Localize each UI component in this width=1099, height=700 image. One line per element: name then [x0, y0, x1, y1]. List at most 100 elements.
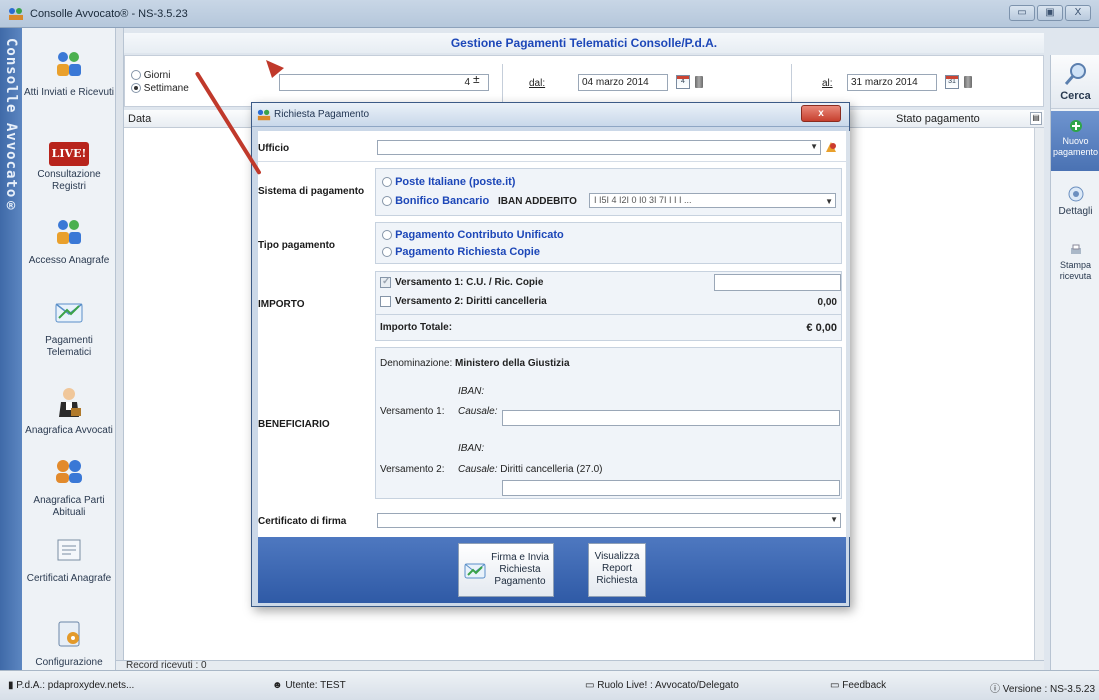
versamento1-checkbox[interactable] — [380, 276, 391, 288]
versamento2-label: Versamento 2: Diritti cancelleria — [395, 296, 547, 308]
nav-label: Atti Inviati e Ricevuti — [23, 87, 115, 98]
dialog-scrollbar[interactable] — [846, 131, 850, 537]
radio-circle[interactable] — [382, 196, 392, 207]
certificato-firma-select[interactable]: ▼ — [377, 513, 841, 528]
sidebar-nav: Atti Inviati e Ricevuti LIVE! Consultazi… — [22, 28, 116, 670]
radio-circle[interactable] — [382, 247, 392, 258]
iban-addebito-select[interactable]: I I5I 4 I2I 0 I0 3I 7I I I I ... ▼ — [589, 193, 836, 208]
status-bar: ▮ P.d.A.: pdaproxydev.nets... ☻ Utente: … — [0, 670, 1099, 700]
close-window-button[interactable]: X — [1065, 5, 1091, 21]
versamento1-amount-input[interactable] — [714, 274, 841, 291]
calendar-icon[interactable]: 4 — [676, 75, 690, 89]
column-chooser-button[interactable]: ▤ — [1030, 112, 1042, 125]
chevron-down-icon: ▼ — [830, 515, 838, 524]
user-status: ☻ Utente: TEST — [272, 680, 346, 691]
app-logo-icon — [257, 109, 271, 121]
nav-atti-inviati[interactable]: Atti Inviati e Ricevuti — [22, 48, 116, 99]
nav-label: Certificati Anagrafe — [26, 573, 112, 584]
firma-invia-button[interactable]: Firma e Invia Richiesta Pagamento — [458, 543, 554, 597]
nuovo-pagamento-button[interactable]: Nuovo pagamento — [1051, 111, 1099, 171]
people-pair-icon — [56, 460, 82, 483]
versamento1-row[interactable]: Versamento 1: C.U. / Ric. Copie — [380, 276, 543, 288]
nav-anagrafica-parti[interactable]: Anagrafica Parti Abituali — [22, 456, 116, 519]
ufficio-select[interactable]: ▼ — [377, 140, 821, 155]
envelope-icon — [464, 563, 486, 579]
nav-label: Configurazione — [35, 657, 103, 668]
lawyer-icon — [59, 388, 81, 417]
date-to-input[interactable]: 31 marzo 2014 — [847, 74, 937, 91]
spin-arrows-icon[interactable]: ± — [473, 72, 480, 86]
maximize-button[interactable]: ▣ — [1037, 5, 1063, 21]
sistema-pagamento-label: Sistema di pagamento — [258, 186, 365, 197]
role-text: Ruolo Live! : Avvocato/Delegato — [597, 680, 739, 691]
date-from-input[interactable]: 04 marzo 2014 — [578, 74, 668, 91]
column-data[interactable]: Data — [128, 113, 151, 125]
causale-input-1[interactable] — [502, 410, 840, 426]
nav-scrollbar[interactable] — [116, 28, 124, 670]
calendar-icon[interactable]: 31 — [945, 75, 959, 89]
pda-status: ▮ P.d.A.: pdaproxydev.nets... — [8, 680, 134, 691]
office-search-icon[interactable] — [824, 140, 838, 154]
radio-richiesta-copie[interactable]: Pagamento Richiesta Copie — [382, 246, 540, 258]
brand-vertical-text: Consolle Avvocato® — [3, 38, 19, 216]
trash-icon[interactable] — [695, 76, 703, 88]
radio-poste[interactable]: Poste Italiane (poste.it) — [382, 176, 515, 188]
importo-totale-value: € 0,00 — [806, 322, 837, 334]
importo-label: IMPORTO — [258, 299, 305, 310]
firma-invia-label: Firma e Invia Richiesta Pagamento — [491, 552, 549, 587]
dialog-footer: Firma e Invia Richiesta Pagamento Visual… — [258, 537, 846, 603]
page-title: Gestione Pagamenti Telematici Consolle/P… — [124, 33, 1044, 53]
radio-giorni[interactable]: Giorni — [131, 70, 170, 81]
table-scrollbar[interactable] — [1034, 128, 1044, 660]
radio-label: Bonifico Bancario — [395, 195, 490, 207]
radio-circle[interactable] — [382, 230, 392, 241]
tipo-pagamento-panel: Pagamento Contributo Unificato Pagamento… — [375, 222, 842, 264]
chevron-down-icon: ▼ — [825, 197, 833, 206]
minimize-button[interactable]: ▭ — [1009, 5, 1035, 21]
iban-label-1: IBAN: — [458, 386, 485, 397]
nav-anagrafica-avvocati[interactable]: Anagrafica Avvocati — [22, 386, 116, 437]
nav-accesso-anagrafe[interactable]: Accesso Anagrafe — [22, 216, 116, 267]
feedback-icon: ▭ — [830, 680, 840, 691]
config-icon — [58, 621, 80, 647]
radio-contributo-unificato[interactable]: Pagamento Contributo Unificato — [382, 229, 564, 241]
radio-bonifico[interactable]: Bonifico Bancario — [382, 195, 489, 207]
dialog-body: Ufficio ▼ Sistema di pagamento Poste Ita… — [258, 131, 850, 537]
nav-configurazione[interactable]: Configurazione — [22, 618, 116, 669]
radio-settimane[interactable]: Settimane — [131, 83, 189, 94]
certificato-firma-label: Certificato di firma — [258, 516, 347, 527]
iban-value: I I5I 4 I2I 0 I0 3I 7I I I I ... — [594, 195, 692, 205]
denominazione-row: Denominazione: Ministero della Giustizia — [380, 358, 570, 369]
radio-circle[interactable] — [382, 177, 392, 188]
versamento2-beneficiario-label: Versamento 2: — [380, 464, 445, 475]
radio-circle[interactable] — [131, 70, 141, 81]
nav-pagamenti-telematici[interactable]: Pagamenti Telematici — [22, 296, 116, 359]
cerca-button[interactable]: Cerca — [1051, 55, 1099, 109]
window-controls: ▭ ▣ X — [1009, 5, 1091, 21]
nav-certificati-anagrafe[interactable]: Certificati Anagrafe — [22, 534, 116, 585]
details-icon — [1068, 186, 1083, 202]
column-stato-pagamento[interactable]: Stato pagamento — [896, 113, 980, 125]
print-icon — [1070, 244, 1081, 254]
stampa-ricevuta-button[interactable]: Stampa ricevuta — [1051, 243, 1099, 282]
period-count-input[interactable]: 4 — [279, 74, 489, 91]
nav-label: Anagrafica Parti Abituali — [33, 495, 105, 518]
versamento2-checkbox[interactable] — [380, 296, 391, 307]
trash-icon[interactable] — [964, 76, 972, 88]
dettagli-button[interactable]: Dettagli — [1051, 185, 1099, 217]
visualizza-report-button[interactable]: Visualizza Report Richiesta — [588, 543, 646, 597]
people-icon — [57, 52, 81, 76]
causale-input-2[interactable] — [502, 480, 840, 496]
nav-consultazione-registri[interactable]: LIVE! Consultazione Registri — [22, 138, 116, 193]
chevron-down-icon: ▼ — [810, 142, 818, 151]
dialog-titlebar: Richiesta Pagamento x — [252, 103, 849, 127]
nuovo-label: Nuovo pagamento — [1052, 136, 1099, 157]
dialog-title: Richiesta Pagamento — [274, 109, 370, 120]
richiesta-pagamento-dialog: Richiesta Pagamento x Ufficio ▼ Sistema … — [251, 102, 850, 607]
radio-circle-selected[interactable] — [131, 83, 141, 94]
user-text: Utente: TEST — [285, 680, 346, 691]
divider — [258, 161, 846, 162]
feedback-link[interactable]: ▭ Feedback — [830, 680, 886, 691]
dialog-close-button[interactable]: x — [801, 105, 841, 122]
versamento2-row[interactable]: Versamento 2: Diritti cancelleria — [380, 296, 547, 307]
